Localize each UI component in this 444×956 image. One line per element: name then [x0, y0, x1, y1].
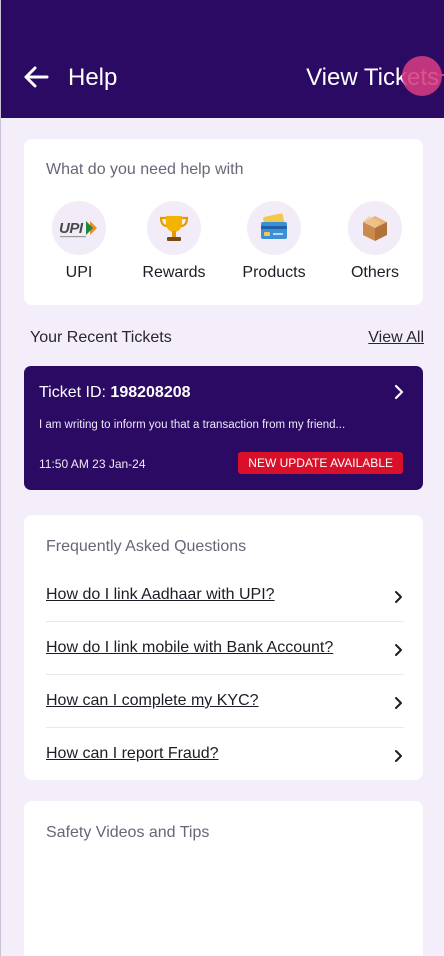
svg-text:UPI: UPI — [59, 220, 84, 237]
category-icon-circle — [147, 201, 201, 255]
trophy-icon — [159, 216, 189, 241]
status-badge: NEW UPDATE AVAILABLE — [238, 452, 403, 474]
upi-logo: UPI — [59, 220, 97, 238]
safety-section-title: Safety Videos and Tips — [46, 824, 210, 841]
page-title: Help — [68, 64, 118, 91]
faq-card: Frequently Asked Questions How do I link… — [24, 515, 423, 780]
chevron-right-icon — [395, 644, 402, 656]
category-icon-circle: UPI — [52, 201, 106, 255]
category-label: Products — [242, 264, 306, 281]
ticket-id: Ticket ID: 198208208 — [39, 384, 191, 402]
app-bar: Help View Tickets — [1, 0, 444, 118]
category-upi[interactable]: UPI UPI — [29, 201, 129, 291]
faq-section-title: Frequently Asked Questions — [46, 538, 247, 555]
faq-item-aadhaar-upi[interactable]: How do I link Aadhaar with UPI? — [46, 570, 404, 622]
credit-card-icon — [261, 213, 287, 239]
category-others[interactable]: Others — [325, 201, 425, 291]
ticket-timestamp: 11:50 AM 23 Jan-24 — [39, 457, 146, 471]
faq-item-mobile-bank[interactable]: How do I link mobile with Bank Account? — [46, 623, 404, 675]
back-arrow-icon[interactable] — [21, 62, 51, 92]
category-label: Rewards — [142, 264, 206, 281]
view-all-link[interactable]: View All — [368, 329, 424, 347]
category-icon-circle — [247, 201, 301, 255]
faq-item-kyc[interactable]: How can I complete my KYC? — [46, 676, 404, 728]
recent-tickets-heading: Your Recent Tickets — [30, 329, 172, 346]
touch-indicator-trail — [439, 74, 444, 76]
touch-indicator — [402, 56, 442, 96]
faq-question: How do I link Aadhaar with UPI? — [46, 586, 275, 603]
faq-item-report-fraud[interactable]: How can I report Fraud? — [46, 729, 404, 781]
faq-question: How can I report Fraud? — [46, 745, 219, 762]
safety-card: Safety Videos and Tips — [24, 801, 423, 956]
category-rewards[interactable]: Rewards — [124, 201, 224, 291]
category-products[interactable]: Products — [224, 201, 324, 291]
chevron-right-icon — [395, 697, 402, 709]
ticket-card[interactable]: Ticket ID: 198208208 I am writing to inf… — [24, 366, 423, 490]
chevron-right-icon — [394, 384, 404, 400]
chevron-right-icon — [395, 750, 402, 762]
ticket-id-label: Ticket ID: — [39, 384, 106, 401]
category-label: UPI — [65, 264, 93, 281]
category-label: Others — [350, 264, 399, 281]
box-icon — [363, 216, 387, 241]
faq-question: How do I link mobile with Bank Account? — [46, 639, 334, 656]
category-icon-circle — [348, 201, 402, 255]
chevron-right-icon — [395, 591, 402, 603]
faq-question: How can I complete my KYC? — [46, 692, 259, 709]
ticket-description: I am writing to inform you that a transa… — [39, 419, 346, 431]
help-categories-card: What do you need help with UPI UPI Rewar… — [24, 139, 423, 305]
ticket-id-value: 198208208 — [110, 384, 191, 401]
help-section-title: What do you need help with — [46, 161, 244, 178]
